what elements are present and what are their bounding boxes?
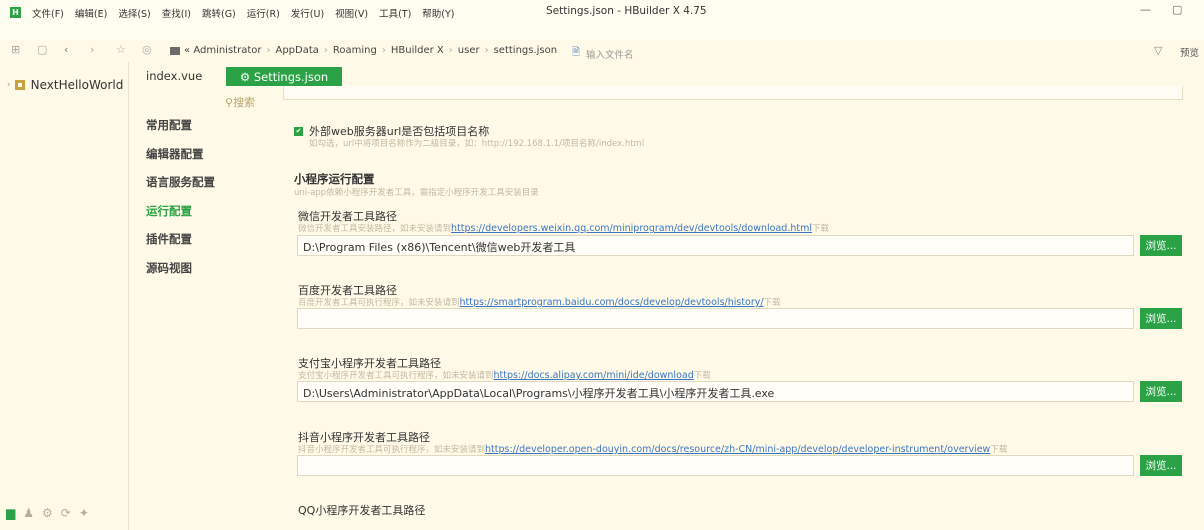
project-name: NextHelloWorld (30, 78, 124, 92)
breadcrumb: « Administrator › AppData › Roaming › HB… (170, 45, 557, 56)
gear-icon: ⚙ (239, 69, 254, 84)
wechat-tool-path-input[interactable]: D:\Program Files (x86)\Tencent\微信web开发者工… (297, 235, 1134, 256)
menu-goto[interactable]: 跳转(G) (202, 6, 236, 20)
qq-tool-label: QQ小程序开发者工具路径 (298, 504, 426, 517)
alipay-tool-path-input[interactable]: D:\Users\Administrator\AppData\Local\Pro… (297, 381, 1134, 402)
wechat-download-link[interactable]: https://developers.weixin.qq.com/minipro… (451, 223, 812, 234)
alipay-tool-hint: 支付宝小程序开发者工具可执行程序，如未安装请到https://docs.alip… (298, 369, 711, 381)
chevron-right-icon: › (323, 45, 328, 56)
tab-settings-json[interactable]: ⚙ Settings.json (226, 67, 342, 86)
tab-index-vue[interactable]: index.vue (146, 69, 202, 83)
breadcrumb-item[interactable]: HBuilder X (391, 45, 444, 56)
menu-tools[interactable]: 工具(T) (379, 6, 411, 20)
forward-icon[interactable]: › (90, 43, 94, 56)
star-icon[interactable]: ☆ (116, 43, 126, 56)
nav-item-source-view[interactable]: 源码视图 (146, 260, 215, 289)
chevron-right-icon: › (484, 45, 489, 56)
nav-item-editor[interactable]: 编辑器配置 (146, 146, 215, 175)
browse-button[interactable]: 浏览... (1140, 235, 1182, 256)
back-icon[interactable]: ‹ (64, 43, 68, 56)
section-title: 小程序运行配置 (294, 172, 375, 186)
breadcrumb-item[interactable]: Administrator (193, 45, 261, 56)
settings-search[interactable]: ⚲搜索 (225, 94, 255, 110)
chevron-right-icon: › (266, 45, 271, 56)
new-file-icon[interactable]: ⊞ (11, 43, 20, 56)
nav-item-language-service[interactable]: 语言服务配置 (146, 174, 215, 203)
save-icon[interactable]: ▢ (37, 43, 47, 56)
search-icon: ⚲ (225, 96, 234, 109)
panel-bottom-toolbar: ▆ ♟ ⚙ ⟳ ✦ (6, 506, 89, 520)
person-icon[interactable]: ♟ (23, 506, 34, 520)
git-icon[interactable]: ⟳ (61, 506, 71, 520)
hint-text: 下载 (811, 224, 829, 234)
hint-text: 百度开发者工具可执行程序，如未安装请到 (298, 298, 460, 308)
menu-publish[interactable]: 发行(U) (291, 6, 324, 20)
project-tree-item[interactable]: › NextHelloWorld (7, 78, 123, 92)
menu-help[interactable]: 帮助(Y) (422, 6, 454, 20)
file-name-input[interactable]: 🗎 输入文件名 (572, 45, 634, 62)
chevron-right-icon: › (381, 45, 386, 56)
chevron-right-icon: › (7, 80, 11, 90)
douyin-tool-hint: 抖音小程序开发者工具可执行程序，如未安装请到https://developer.… (298, 443, 1007, 455)
hint-text: 下载 (763, 298, 781, 308)
douyin-download-link[interactable]: https://developer.open-douyin.com/docs/r… (485, 444, 990, 455)
nav-item-plugins[interactable]: 插件配置 (146, 231, 215, 260)
checkbox-hint: 如勾选，url中将项目名称作为二级目录，如：http://192.168.1.1… (309, 139, 645, 149)
alipay-download-link[interactable]: https://docs.alipay.com/mini/ide/downloa… (494, 370, 694, 381)
wechat-tool-hint: 微信开发者工具安装路径，如未安装请到https://developers.wei… (298, 222, 829, 234)
hint-text: 下载 (693, 371, 711, 381)
browse-button[interactable]: 浏览... (1140, 308, 1182, 329)
tab-label: Settings.json (253, 69, 329, 84)
douyin-tool-path-input[interactable] (297, 455, 1134, 476)
hbuilder-logo-icon: H (10, 7, 21, 18)
nav-item-common[interactable]: 常用配置 (146, 117, 215, 146)
settings-nav: 常用配置 编辑器配置 语言服务配置 运行配置 插件配置 源码视图 (146, 117, 215, 288)
project-icon (14, 80, 25, 90)
file-search-icon: 🗎 (572, 47, 581, 58)
folder-icon (170, 46, 180, 55)
settings-icon[interactable]: ✦ (79, 506, 89, 520)
plugin-icon[interactable]: ⚙ (42, 506, 53, 520)
project-panel: › NextHelloWorld ▆ ♟ ⚙ ⟳ ✦ (0, 62, 129, 530)
nav-item-run[interactable]: 运行配置 (146, 203, 215, 232)
section-hint: uni-app依赖小程序开发者工具，需指定小程序开发工具安装目录 (294, 188, 539, 198)
menu-run[interactable]: 运行(R) (247, 6, 280, 20)
hint-text: 抖音小程序开发者工具可执行程序，如未安装请到 (298, 445, 486, 455)
hint-text: 下载 (990, 445, 1008, 455)
preview-button[interactable]: 预览 (1180, 45, 1199, 59)
filter-icon[interactable]: ▽ (1154, 44, 1162, 57)
breadcrumb-item[interactable]: AppData (275, 45, 318, 56)
breadcrumb-item[interactable]: user (458, 45, 480, 56)
minimize-button[interactable]: — (1140, 3, 1151, 16)
menu-find[interactable]: 查找(I) (162, 6, 191, 20)
file-name-placeholder: 输入文件名 (586, 49, 634, 61)
chevron-right-icon: › (448, 45, 453, 56)
breadcrumb-item[interactable]: settings.json (494, 45, 558, 56)
checkbox-checked-icon[interactable]: ✔ (294, 126, 303, 136)
menu-file[interactable]: 文件(F) (32, 6, 64, 20)
breadcrumb-item[interactable]: Roaming (333, 45, 377, 56)
baidu-tool-path-input[interactable] (297, 308, 1134, 329)
menu-view[interactable]: 视图(V) (335, 6, 368, 20)
hint-text: 微信开发者工具安装路径，如未安装请到 (298, 224, 452, 234)
breadcrumb-prefix: « (184, 45, 191, 56)
window-title: Settings.json - HBuilder X 4.75 (546, 5, 707, 17)
hint-text: 支付宝小程序开发者工具可执行程序，如未安装请到 (298, 371, 494, 381)
baidu-tool-hint: 百度开发者工具可执行程序，如未安装请到https://smartprogram.… (298, 296, 781, 308)
baidu-download-link[interactable]: https://smartprogram.baidu.com/docs/deve… (460, 297, 764, 308)
scroll-region-top (283, 86, 1183, 100)
browser-icon[interactable]: ◎ (142, 43, 152, 56)
browse-button[interactable]: 浏览... (1140, 455, 1182, 476)
menu-bar: 文件(F) 编辑(E) 选择(S) 查找(I) 跳转(G) 运行(R) 发行(U… (32, 6, 466, 20)
browse-button[interactable]: 浏览... (1140, 381, 1182, 402)
menu-edit[interactable]: 编辑(E) (75, 6, 107, 20)
folder-icon[interactable]: ▆ (6, 506, 15, 520)
search-label: 搜索 (233, 96, 256, 109)
menu-select[interactable]: 选择(S) (118, 6, 150, 20)
maximize-button[interactable]: ▢ (1172, 3, 1182, 16)
